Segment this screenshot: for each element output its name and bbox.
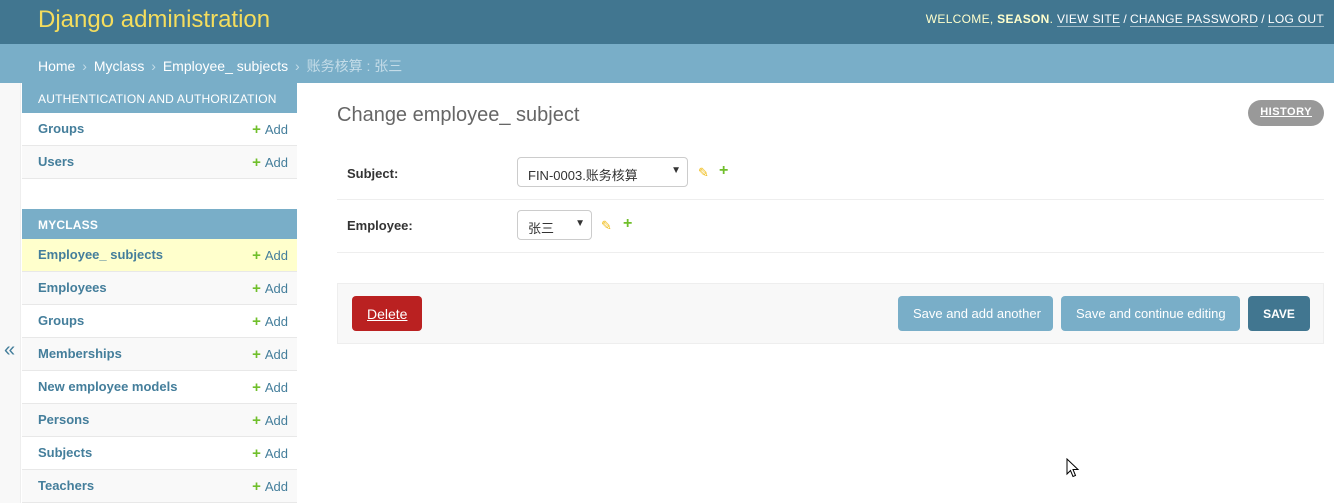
- add-link[interactable]: + Add: [252, 478, 288, 495]
- separator: /: [1261, 12, 1265, 26]
- breadcrumb-arrow: ›: [151, 58, 156, 74]
- module-spacer: [22, 179, 297, 209]
- sidebar-item-label[interactable]: Employee_ subjects: [38, 247, 163, 262]
- plus-icon: +: [252, 379, 261, 396]
- plus-icon[interactable]: +: [623, 215, 632, 233]
- breadcrumb-arrow: ›: [82, 58, 87, 74]
- sidebar-item-label[interactable]: Subjects: [38, 445, 92, 460]
- add-link[interactable]: + Add: [252, 154, 288, 171]
- welcome-text: Welcome,: [925, 12, 994, 26]
- sidebar: Authentication and Authorization Groups …: [22, 83, 297, 503]
- plus-icon: +: [252, 121, 261, 138]
- form-row-subject: Subject: FIN-0003.账务核算 ▼ ✎ +: [337, 148, 1324, 200]
- breadcrumb-model[interactable]: Employee_ subjects: [163, 58, 288, 74]
- plus-icon: +: [252, 313, 261, 330]
- plus-icon: +: [252, 412, 261, 429]
- plus-icon[interactable]: +: [719, 162, 728, 180]
- plus-icon: +: [252, 154, 261, 171]
- history-button[interactable]: History: [1248, 100, 1324, 126]
- plus-icon: +: [252, 247, 261, 264]
- plus-icon: +: [252, 280, 261, 297]
- breadcrumb-current: 账务核算 : 张三: [306, 58, 403, 74]
- save-add-another-button[interactable]: Save and add another: [898, 296, 1053, 331]
- breadcrumb-home[interactable]: Home: [38, 58, 75, 74]
- sidebar-item-label[interactable]: Teachers: [38, 478, 94, 493]
- sidebar-item-persons[interactable]: Persons + Add: [22, 404, 297, 437]
- pencil-icon[interactable]: ✎: [698, 165, 709, 181]
- breadcrumb-app[interactable]: Myclass: [94, 58, 145, 74]
- sidebar-item-label[interactable]: Employees: [38, 280, 107, 295]
- sidebar-item-label[interactable]: Groups: [38, 121, 84, 136]
- sidebar-item-teachers[interactable]: Teachers + Add: [22, 470, 297, 503]
- sidebar-item-label[interactable]: Groups: [38, 313, 84, 328]
- chevron-down-icon: ▼: [575, 218, 585, 229]
- breadcrumb-arrow: ›: [295, 58, 300, 74]
- add-link[interactable]: + Add: [252, 379, 288, 396]
- chevron-down-icon: ▼: [671, 165, 681, 176]
- sidebar-item-subjects[interactable]: Subjects + Add: [22, 437, 297, 470]
- employee-select-value: 张三: [528, 221, 555, 236]
- plus-icon: +: [252, 445, 261, 462]
- site-branding[interactable]: Django administration: [38, 6, 270, 34]
- add-link[interactable]: + Add: [252, 412, 288, 429]
- sidebar-item-label[interactable]: Persons: [38, 412, 89, 427]
- breadcrumb: Home › Myclass › Employee_ subjects › 账务…: [0, 44, 1334, 83]
- change-password-link[interactable]: Change password: [1129, 12, 1259, 27]
- add-link[interactable]: + Add: [252, 445, 288, 462]
- page-title: Change employee_ subject: [337, 104, 580, 126]
- pencil-icon[interactable]: ✎: [601, 218, 612, 234]
- sidebar-item-label[interactable]: Users: [38, 154, 74, 169]
- sidebar-item-employee-subjects[interactable]: Employee_ subjects + Add: [22, 239, 297, 272]
- form-row-employee: Employee: 张三 ▼ ✎ +: [337, 200, 1324, 253]
- add-link[interactable]: + Add: [252, 313, 288, 330]
- user-tools: Welcome, season. View site / Change passwo…: [925, 12, 1324, 27]
- view-site-link[interactable]: View site: [1056, 12, 1121, 27]
- plus-icon: +: [252, 478, 261, 495]
- mouse-cursor-icon: [1066, 458, 1080, 478]
- submit-row: Delete Save and add another Save and con…: [337, 283, 1324, 344]
- save-button[interactable]: Save: [1248, 296, 1310, 331]
- sidebar-item-label[interactable]: Memberships: [38, 346, 122, 361]
- sidebar-item-new-employee-models[interactable]: New employee models + Add: [22, 371, 297, 404]
- header: Django administration Welcome, season. V…: [0, 0, 1334, 44]
- sidebar-toggle[interactable]: «: [0, 83, 21, 503]
- sidebar-item-memberships[interactable]: Memberships + Add: [22, 338, 297, 371]
- sidebar-item-employees[interactable]: Employees + Add: [22, 272, 297, 305]
- module-caption-myclass[interactable]: Myclass: [22, 209, 297, 239]
- save-continue-button[interactable]: Save and continue editing: [1061, 296, 1240, 331]
- subject-label: Subject:: [347, 166, 399, 181]
- employee-label: Employee:: [347, 218, 413, 233]
- username: season: [997, 12, 1050, 26]
- sidebar-item-users[interactable]: Users + Add: [22, 146, 297, 179]
- log-out-link[interactable]: Log out: [1267, 12, 1324, 27]
- plus-icon: +: [252, 346, 261, 363]
- add-link[interactable]: + Add: [252, 247, 288, 264]
- employee-select[interactable]: 张三 ▼: [517, 210, 592, 240]
- separator: /: [1123, 12, 1127, 26]
- double-chevron-left-icon[interactable]: «: [4, 339, 15, 362]
- sidebar-item-groups[interactable]: Groups + Add: [22, 305, 297, 338]
- sidebar-item-label[interactable]: New employee models: [38, 379, 177, 394]
- add-link[interactable]: + Add: [252, 346, 288, 363]
- add-link[interactable]: + Add: [252, 121, 288, 138]
- add-link[interactable]: + Add: [252, 280, 288, 297]
- module-caption-auth[interactable]: Authentication and Authorization: [22, 83, 297, 113]
- subject-select[interactable]: FIN-0003.账务核算 ▼: [517, 157, 688, 187]
- subject-select-value: FIN-0003.账务核算: [528, 168, 638, 183]
- delete-button[interactable]: Delete: [352, 296, 422, 331]
- sidebar-item-groups[interactable]: Groups + Add: [22, 113, 297, 146]
